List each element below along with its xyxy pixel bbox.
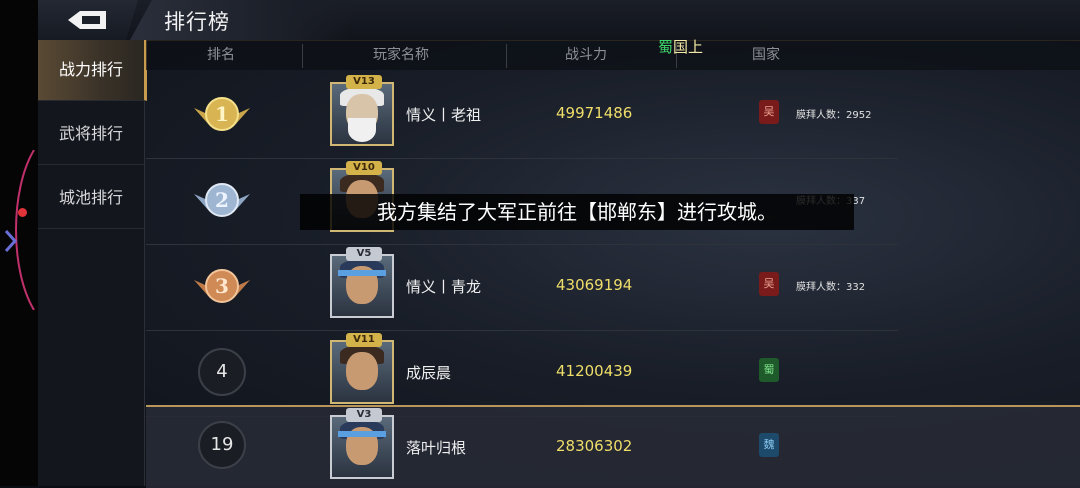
vip-badge: V11 [346,333,382,347]
banner-kingdom: 蜀 [658,38,674,56]
header-bar: 排行榜 [38,0,1080,41]
rank-number: 3 [215,274,229,298]
column-power: 战斗力 [565,47,607,63]
sidebar: 战力排行 武将排行 城池排行 [38,40,147,486]
sidebar-item-city-ranking[interactable]: 城池排行 [38,168,144,229]
kingdom-flag: 蜀 [759,358,779,382]
vip-badge: V5 [346,247,382,261]
column-divider [506,44,507,68]
player-name: 成辰晨 [406,364,452,382]
player-name: 落叶归根 [406,439,467,457]
rank-number: 4 [198,348,246,396]
device-edge [0,0,38,486]
title-tab [130,0,350,40]
avatar[interactable]: V3 [330,408,394,479]
worship-count: 膜拜人数：332 [796,282,866,293]
table-row[interactable]: 1 V13 情义丨老祖 49971486 吴 膜拜人数：2952 [146,72,898,159]
power-value: 28306302 [556,437,633,455]
vip-badge: V10 [346,161,382,175]
power-value: 49971486 [556,104,633,122]
kingdom-flag: 魏 [759,433,779,457]
banner-text: 国上 [673,38,704,56]
power-value: 43069194 [556,276,633,294]
table-row[interactable]: 3 V5 情义丨青龙 43069194 吴 膜拜人数：332 [146,244,898,331]
kingdom-flag: 吴 [759,100,779,124]
back-button[interactable] [38,0,138,40]
vip-badge: V13 [346,75,382,89]
scrolling-banner: 蜀国上 [658,36,703,57]
kingdom-flag: 吴 [759,272,779,296]
sidebar-item-general-ranking[interactable]: 武将排行 [38,104,144,165]
march-notification-toast: 我方集结了大军正前往【邯郸东】进行攻城。 [300,194,854,230]
player-name: 情义丨老祖 [406,106,482,124]
my-rank-row[interactable]: 19 V3 落叶归根 28306302 魏 [146,405,1080,488]
notification-dot [18,208,27,217]
sidebar-item-power-ranking[interactable]: 战力排行 [38,40,147,101]
bronze-medal-icon: 3 [194,269,250,303]
avatar[interactable]: V5 [330,247,394,318]
rank-number: 1 [215,102,229,126]
worship-count: 膜拜人数：2952 [796,110,872,121]
silver-medal-icon: 2 [194,183,250,217]
leaderboard-screen: 排行榜 战力排行 武将排行 城池排行 排名 玩家名称 战斗力 国家 蜀国上 1 … [38,0,1080,488]
power-value: 41200439 [556,362,633,380]
column-divider [302,44,303,68]
vip-badge: V3 [346,408,382,422]
column-kingdom: 国家 [752,47,780,63]
rank-number: 19 [198,421,246,469]
column-player-name: 玩家名称 [373,47,429,63]
rank-number: 2 [215,188,229,212]
back-arrow-icon [68,11,106,29]
table-header: 排名 玩家名称 战斗力 国家 [146,40,1080,70]
page-title: 排行榜 [164,10,230,34]
table-row[interactable]: 4 V11 成辰晨 41200439 蜀 [146,330,898,417]
avatar[interactable]: V13 [330,75,394,146]
column-rank: 排名 [207,47,235,63]
avatar[interactable]: V11 [330,333,394,404]
chevron-right-icon[interactable] [3,228,19,254]
player-name: 情义丨青龙 [406,278,482,296]
gold-medal-icon: 1 [194,97,250,131]
